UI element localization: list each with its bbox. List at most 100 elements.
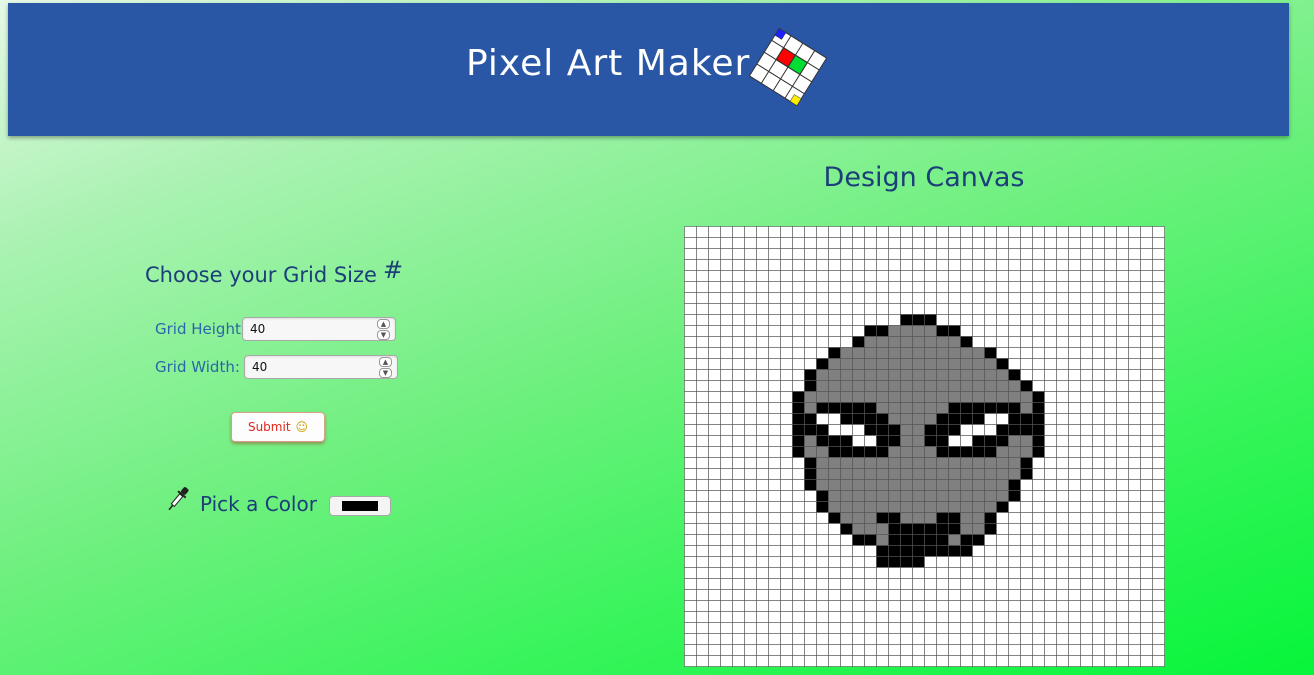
canvas-cell[interactable] <box>1044 358 1057 370</box>
canvas-cell[interactable] <box>1152 457 1165 469</box>
canvas-cell[interactable] <box>1032 369 1045 381</box>
canvas-cell[interactable] <box>780 369 793 381</box>
canvas-cell[interactable] <box>1140 226 1153 238</box>
canvas-cell[interactable] <box>756 303 769 315</box>
canvas-cell[interactable] <box>1008 248 1021 260</box>
canvas-cell[interactable] <box>1020 314 1033 326</box>
canvas-cell[interactable] <box>948 523 961 535</box>
canvas-cell[interactable] <box>876 347 889 359</box>
canvas-cell[interactable] <box>888 534 901 546</box>
canvas-cell[interactable] <box>912 501 925 513</box>
canvas-cell[interactable] <box>720 413 733 425</box>
canvas-cell[interactable] <box>708 523 721 535</box>
canvas-cell[interactable] <box>1140 490 1153 502</box>
canvas-cell[interactable] <box>768 611 781 623</box>
canvas-cell[interactable] <box>1128 336 1141 348</box>
canvas-cell[interactable] <box>924 534 937 546</box>
canvas-cell[interactable] <box>960 644 973 656</box>
canvas-cell[interactable] <box>1128 545 1141 557</box>
canvas-cell[interactable] <box>1020 281 1033 293</box>
canvas-cell[interactable] <box>720 358 733 370</box>
canvas-cell[interactable] <box>864 556 877 568</box>
canvas-cell[interactable] <box>972 226 985 238</box>
canvas-cell[interactable] <box>1056 512 1069 524</box>
canvas-cell[interactable] <box>864 545 877 557</box>
canvas-cell[interactable] <box>1152 281 1165 293</box>
canvas-cell[interactable] <box>1032 380 1045 392</box>
canvas-cell[interactable] <box>828 556 841 568</box>
canvas-cell[interactable] <box>720 424 733 436</box>
canvas-cell[interactable] <box>972 259 985 271</box>
canvas-cell[interactable] <box>828 446 841 458</box>
canvas-cell[interactable] <box>828 600 841 612</box>
canvas-cell[interactable] <box>1092 358 1105 370</box>
canvas-cell[interactable] <box>960 259 973 271</box>
canvas-cell[interactable] <box>684 545 697 557</box>
canvas-cell[interactable] <box>1008 633 1021 645</box>
canvas-cell[interactable] <box>828 501 841 513</box>
canvas-cell[interactable] <box>852 479 865 491</box>
canvas-cell[interactable] <box>912 655 925 667</box>
canvas-cell[interactable] <box>900 622 913 634</box>
canvas-cell[interactable] <box>900 490 913 502</box>
canvas-cell[interactable] <box>1068 534 1081 546</box>
canvas-cell[interactable] <box>1080 402 1093 414</box>
canvas-cell[interactable] <box>816 248 829 260</box>
canvas-cell[interactable] <box>696 655 709 667</box>
canvas-cell[interactable] <box>732 369 745 381</box>
canvas-cell[interactable] <box>984 479 997 491</box>
canvas-cell[interactable] <box>1128 292 1141 304</box>
canvas-cell[interactable] <box>1092 446 1105 458</box>
canvas-cell[interactable] <box>684 336 697 348</box>
canvas-cell[interactable] <box>708 270 721 282</box>
canvas-cell[interactable] <box>900 600 913 612</box>
canvas-cell[interactable] <box>1080 556 1093 568</box>
canvas-cell[interactable] <box>816 259 829 271</box>
canvas-cell[interactable] <box>996 292 1009 304</box>
canvas-cell[interactable] <box>1140 380 1153 392</box>
canvas-cell[interactable] <box>984 259 997 271</box>
canvas-cell[interactable] <box>912 369 925 381</box>
canvas-cell[interactable] <box>684 237 697 249</box>
canvas-cell[interactable] <box>756 358 769 370</box>
canvas-cell[interactable] <box>768 633 781 645</box>
canvas-cell[interactable] <box>1044 523 1057 535</box>
canvas-cell[interactable] <box>864 600 877 612</box>
canvas-cell[interactable] <box>720 369 733 381</box>
canvas-cell[interactable] <box>792 435 805 447</box>
canvas-cell[interactable] <box>1044 633 1057 645</box>
canvas-cell[interactable] <box>1056 644 1069 656</box>
canvas-cell[interactable] <box>1080 391 1093 403</box>
canvas-cell[interactable] <box>1140 435 1153 447</box>
canvas-cell[interactable] <box>756 380 769 392</box>
canvas-cell[interactable] <box>864 424 877 436</box>
canvas-cell[interactable] <box>1152 479 1165 491</box>
canvas-cell[interactable] <box>912 479 925 491</box>
canvas-cell[interactable] <box>864 468 877 480</box>
canvas-cell[interactable] <box>888 567 901 579</box>
canvas-cell[interactable] <box>912 600 925 612</box>
canvas-cell[interactable] <box>1152 303 1165 315</box>
canvas-cell[interactable] <box>792 226 805 238</box>
canvas-cell[interactable] <box>732 259 745 271</box>
canvas-cell[interactable] <box>852 622 865 634</box>
canvas-cell[interactable] <box>960 633 973 645</box>
canvas-cell[interactable] <box>744 468 757 480</box>
canvas-cell[interactable] <box>936 644 949 656</box>
canvas-cell[interactable] <box>792 281 805 293</box>
canvas-cell[interactable] <box>1068 622 1081 634</box>
canvas-cell[interactable] <box>816 501 829 513</box>
canvas-cell[interactable] <box>768 501 781 513</box>
canvas-cell[interactable] <box>840 314 853 326</box>
canvas-cell[interactable] <box>708 369 721 381</box>
canvas-cell[interactable] <box>816 303 829 315</box>
canvas-cell[interactable] <box>840 457 853 469</box>
canvas-cell[interactable] <box>972 248 985 260</box>
canvas-cell[interactable] <box>732 501 745 513</box>
canvas-cell[interactable] <box>804 435 817 447</box>
canvas-cell[interactable] <box>720 259 733 271</box>
canvas-cell[interactable] <box>972 567 985 579</box>
canvas-cell[interactable] <box>708 380 721 392</box>
canvas-cell[interactable] <box>876 281 889 293</box>
canvas-cell[interactable] <box>780 248 793 260</box>
